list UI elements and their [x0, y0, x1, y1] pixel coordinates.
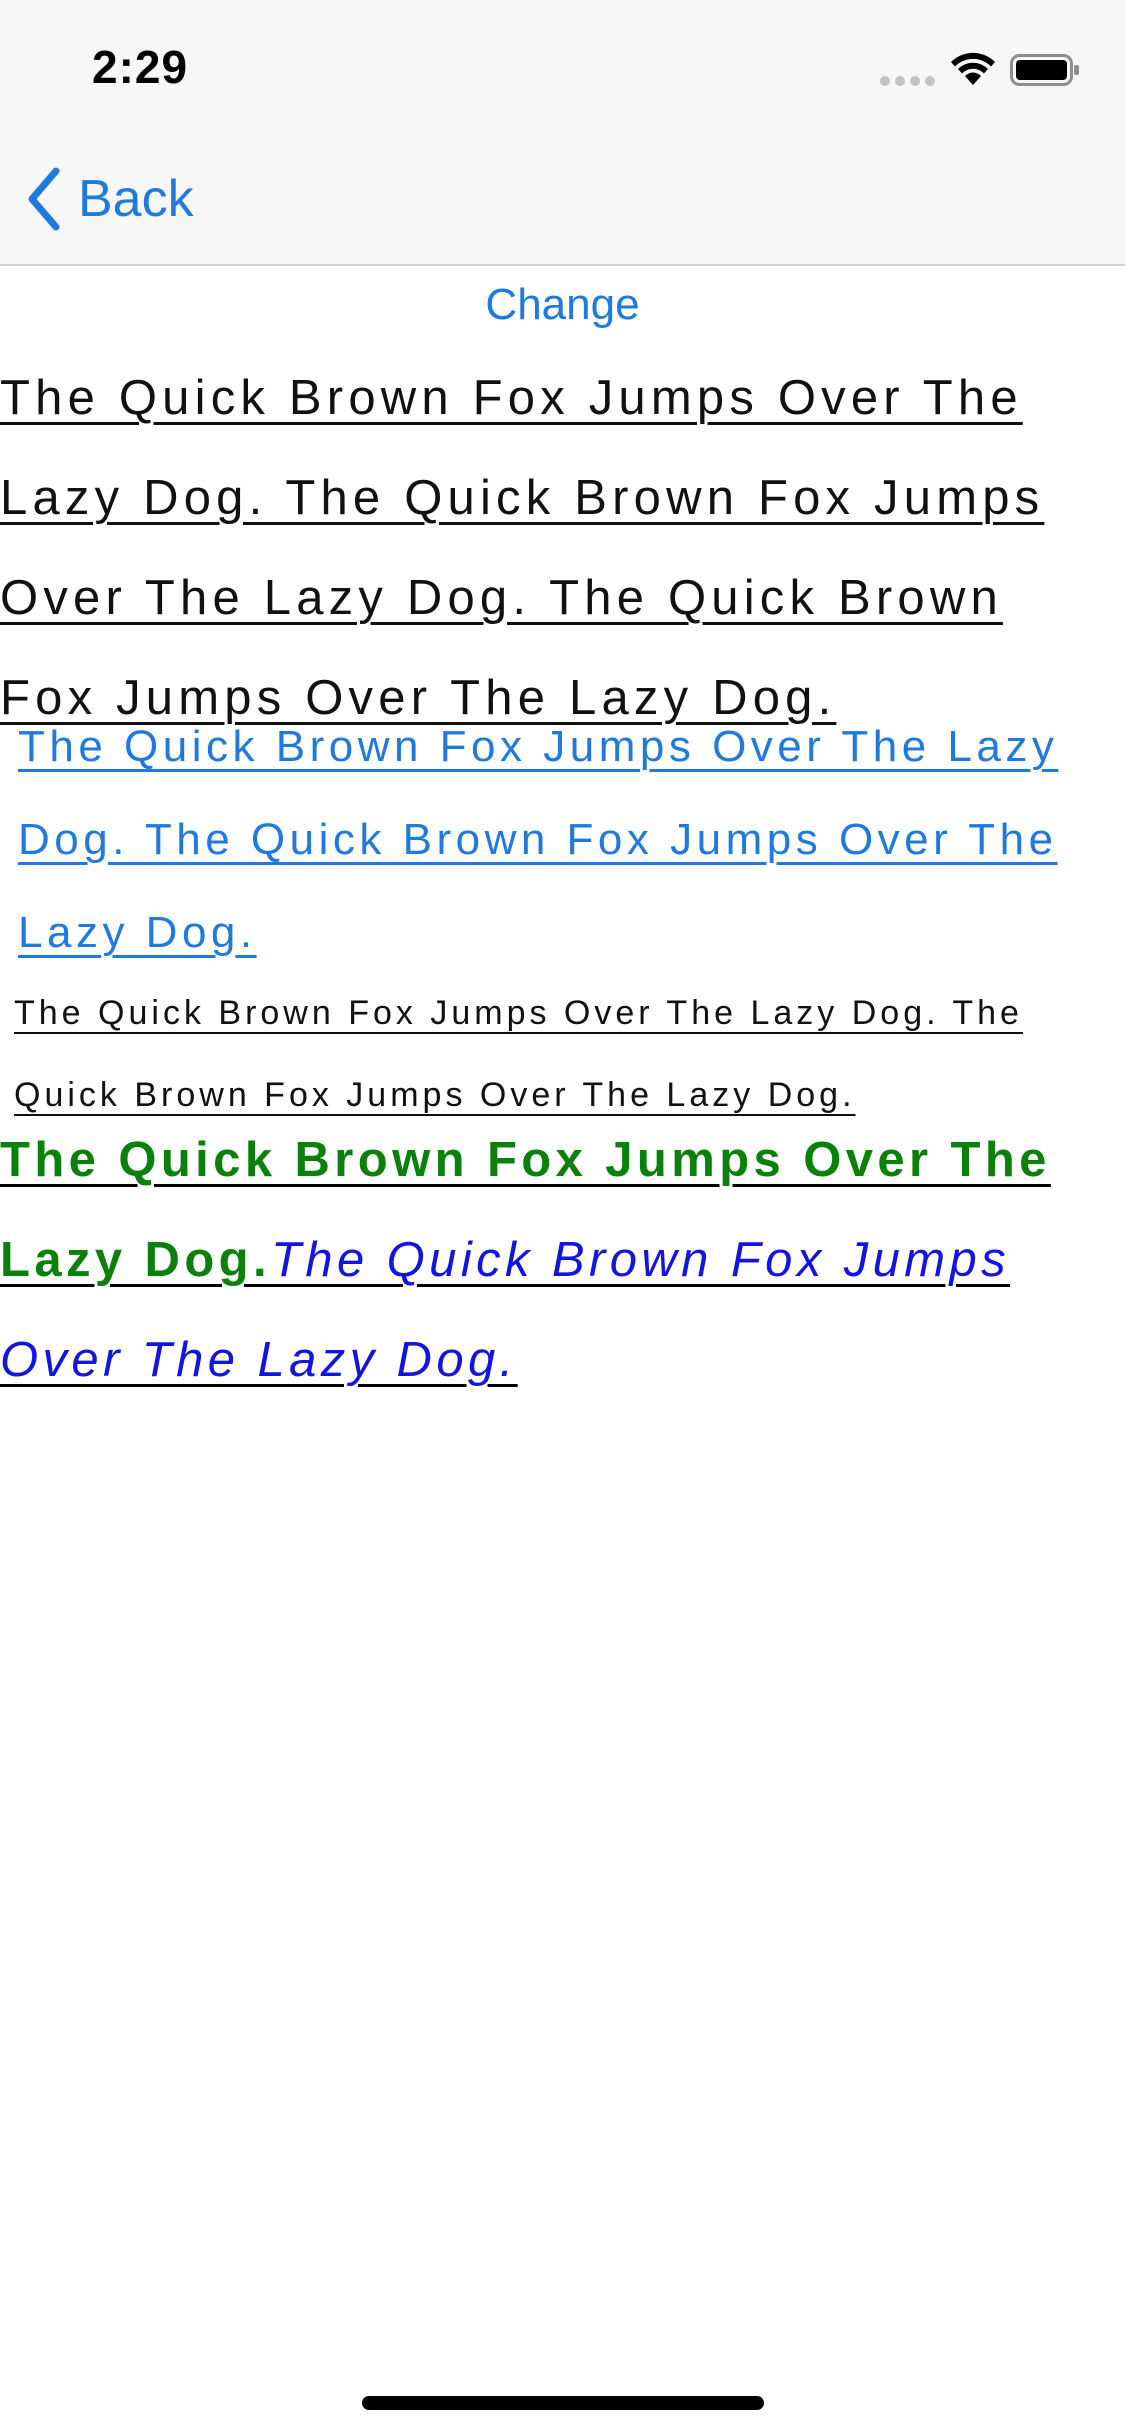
change-button[interactable]: Change — [0, 280, 1125, 330]
back-label: Back — [78, 170, 194, 228]
status-time: 2:29 — [92, 41, 189, 93]
wifi-icon — [951, 52, 995, 85]
navigation-bar: 2:29 Back — [0, 0, 1125, 266]
mixed-style-paragraph: The Quick Brown Fox Jumps Over The Lazy … — [0, 1110, 1120, 1410]
large-black-paragraph: The Quick Brown Fox Jumps Over The Lazy … — [0, 371, 1045, 725]
back-button[interactable]: Back — [24, 164, 194, 234]
battery-icon — [1010, 54, 1079, 86]
chevron-left-icon — [28, 167, 60, 231]
home-indicator[interactable] — [362, 2396, 764, 2410]
medium-blue-paragraph: The Quick Brown Fox Jumps Over The Lazy … — [18, 722, 1059, 957]
cellular-signal-icon — [880, 76, 936, 86]
